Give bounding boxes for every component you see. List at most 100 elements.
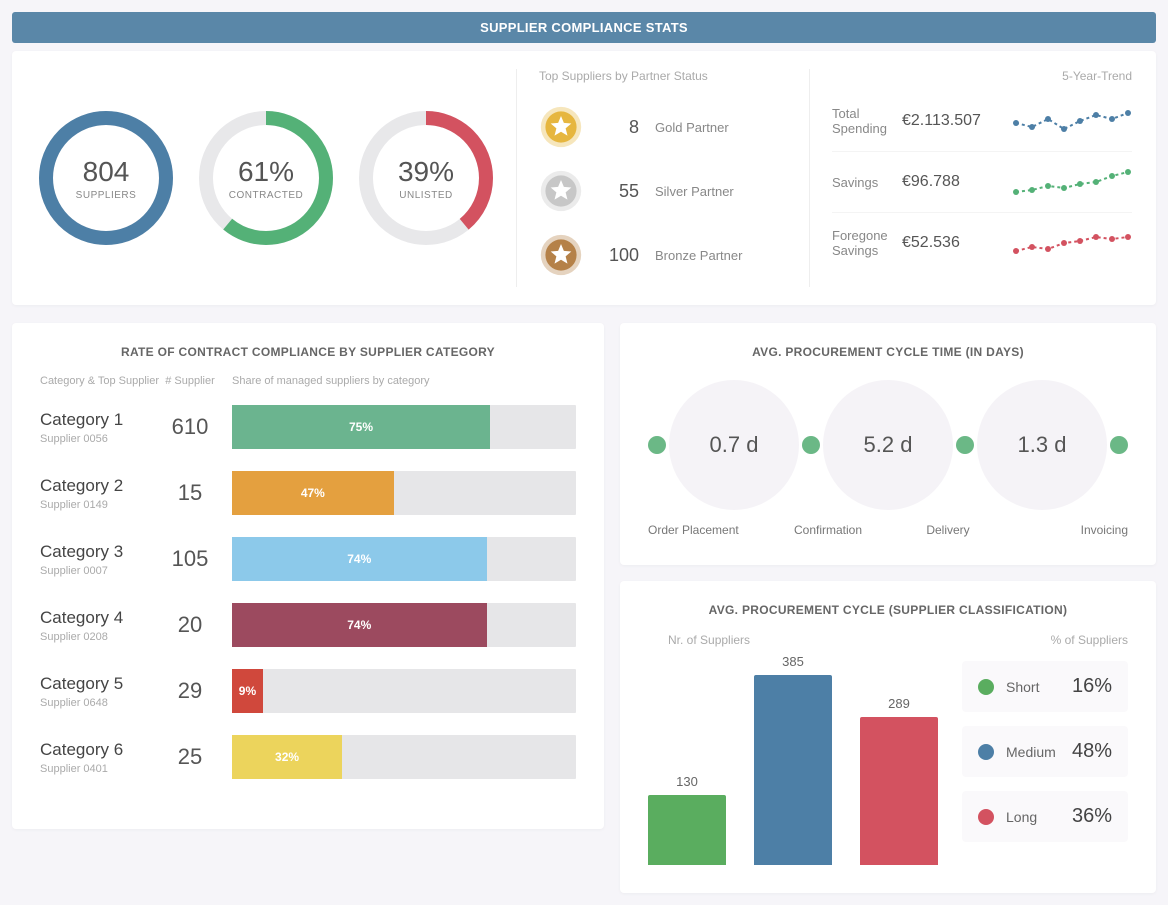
- donut-label: CONTRACTED: [229, 190, 303, 201]
- sparkline-icon: [1012, 105, 1132, 137]
- legend-name: Long: [1006, 809, 1037, 825]
- partner-row: 8 Gold Partner: [539, 95, 789, 159]
- category-name: Category 3: [40, 542, 160, 562]
- legend-dot-icon: [978, 744, 994, 760]
- bar: [860, 717, 938, 865]
- top-supplier: Supplier 0648: [40, 697, 160, 709]
- compliance-row: Category 2 Supplier 0149 15 47%: [40, 471, 576, 515]
- bar: [754, 675, 832, 865]
- partner-row: 100 Bronze Partner: [539, 223, 789, 287]
- classification-title: AVG. PROCUREMENT CYCLE (SUPPLIER CLASSIF…: [648, 603, 1128, 617]
- bar-value: 130: [676, 774, 698, 789]
- bar-col: 289: [860, 696, 938, 865]
- cycle-card: AVG. PROCUREMENT CYCLE TIME (IN DAYS) 0.…: [620, 323, 1156, 565]
- donut-0: 804 SUPPLIERS: [36, 108, 176, 248]
- category-name: Category 1: [40, 410, 160, 430]
- trend-value: €2.113.507: [902, 112, 1012, 130]
- legend-name: Short: [1006, 679, 1039, 695]
- partners-title: Top Suppliers by Partner Status: [539, 69, 789, 83]
- cycle-stage-label: Delivery: [888, 523, 1008, 537]
- trend-row: Total Spending €2.113.507: [832, 91, 1132, 152]
- legend-row: Medium 48%: [962, 726, 1128, 777]
- compliance-row: Category 3 Supplier 0007 105 74%: [40, 537, 576, 581]
- top-supplier: Supplier 0401: [40, 763, 160, 775]
- donut-value: 39%: [398, 156, 454, 188]
- category-name: Category 2: [40, 476, 160, 496]
- bar-col: 130: [648, 774, 726, 865]
- cycle-bubble: 0.7 d: [669, 380, 799, 510]
- bar-value: 289: [888, 696, 910, 711]
- cycle-labels: Order PlacementConfirmationDeliveryInvoi…: [648, 523, 1128, 537]
- bar-col: 385: [754, 654, 832, 865]
- partner-label: Gold Partner: [655, 120, 729, 135]
- stage-dot-icon: [648, 436, 666, 454]
- partner-count: 100: [599, 245, 639, 266]
- compliance-bar-fill: 74%: [232, 603, 487, 647]
- compliance-bar-fill: 75%: [232, 405, 490, 449]
- compliance-bar-track: 9%: [232, 669, 576, 713]
- top-supplier: Supplier 0007: [40, 565, 160, 577]
- supplier-count: 15: [160, 480, 220, 506]
- star-badge-icon: [539, 105, 583, 149]
- compliance-title: RATE OF CONTRACT COMPLIANCE BY SUPPLIER …: [40, 345, 576, 359]
- legend-pct: 36%: [1072, 805, 1112, 828]
- compliance-bar-track: 32%: [232, 735, 576, 779]
- legend: % of Suppliers Short 16% Medium 48% Long…: [962, 633, 1128, 865]
- legend-row: Long 36%: [962, 791, 1128, 842]
- trend-value: €96.788: [902, 173, 1012, 191]
- category-name: Category 6: [40, 740, 160, 760]
- legend-row: Short 16%: [962, 661, 1128, 712]
- partner-row: 55 Silver Partner: [539, 159, 789, 223]
- trend-row: Savings €96.788: [832, 152, 1132, 213]
- top-supplier: Supplier 0208: [40, 631, 160, 643]
- compliance-bar-fill: 74%: [232, 537, 487, 581]
- compliance-header: Category & Top Supplier # Supplier Share…: [40, 375, 576, 387]
- compliance-bar-fill: 32%: [232, 735, 342, 779]
- cycle-stage-label: Confirmation: [768, 523, 888, 537]
- trend-label: Foregone Savings: [832, 228, 902, 258]
- cycle-bubble: 1.3 d: [977, 380, 1107, 510]
- compliance-bar-track: 47%: [232, 471, 576, 515]
- donut-1: 61% CONTRACTED: [196, 108, 336, 248]
- trend-label: Savings: [832, 175, 902, 190]
- top-supplier: Supplier 0149: [40, 499, 160, 511]
- compliance-bar-track: 75%: [232, 405, 576, 449]
- partners-panel: Top Suppliers by Partner Status 8 Gold P…: [516, 69, 789, 287]
- compliance-bar-track: 74%: [232, 603, 576, 647]
- partner-label: Silver Partner: [655, 184, 734, 199]
- classification-card: AVG. PROCUREMENT CYCLE (SUPPLIER CLASSIF…: [620, 581, 1156, 893]
- compliance-bar-fill: 47%: [232, 471, 394, 515]
- legend-dot-icon: [978, 679, 994, 695]
- sparkline-icon: [1012, 227, 1132, 259]
- compliance-hdr-share: Share of managed suppliers by category: [220, 375, 576, 387]
- legend-pct: 16%: [1072, 675, 1112, 698]
- stage-dot-icon: [802, 436, 820, 454]
- partner-count: 55: [599, 181, 639, 202]
- donut-2: 39% UNLISTED: [356, 108, 496, 248]
- compliance-card: RATE OF CONTRACT COMPLIANCE BY SUPPLIER …: [12, 323, 604, 829]
- compliance-bar-fill: 9%: [232, 669, 263, 713]
- legend-pct: 48%: [1072, 740, 1112, 763]
- compliance-hdr-category: Category & Top Supplier: [40, 375, 160, 387]
- compliance-row: Category 6 Supplier 0401 25 32%: [40, 735, 576, 779]
- donut-group: 804 SUPPLIERS 61% CONTRACTED 39% UNLISTE…: [36, 69, 496, 287]
- cycle-title: AVG. PROCUREMENT CYCLE TIME (IN DAYS): [648, 345, 1128, 359]
- sparkline-icon: [1012, 166, 1132, 198]
- star-badge-icon: [539, 233, 583, 277]
- supplier-count: 20: [160, 612, 220, 638]
- supplier-count: 105: [160, 546, 220, 572]
- trend-row: Foregone Savings €52.536: [832, 213, 1132, 273]
- donut-value: 61%: [238, 156, 294, 188]
- cycle-stage-label: Invoicing: [1008, 523, 1128, 537]
- supplier-count: 25: [160, 744, 220, 770]
- bar-value: 385: [782, 654, 804, 669]
- bars-title: Nr. of Suppliers: [648, 633, 938, 647]
- donut-value: 804: [83, 156, 130, 188]
- category-name: Category 5: [40, 674, 160, 694]
- stage-dot-icon: [956, 436, 974, 454]
- partner-count: 8: [599, 117, 639, 138]
- bar: [648, 795, 726, 865]
- compliance-row: Category 1 Supplier 0056 610 75%: [40, 405, 576, 449]
- compliance-bar-track: 74%: [232, 537, 576, 581]
- legend-title: % of Suppliers: [962, 633, 1128, 647]
